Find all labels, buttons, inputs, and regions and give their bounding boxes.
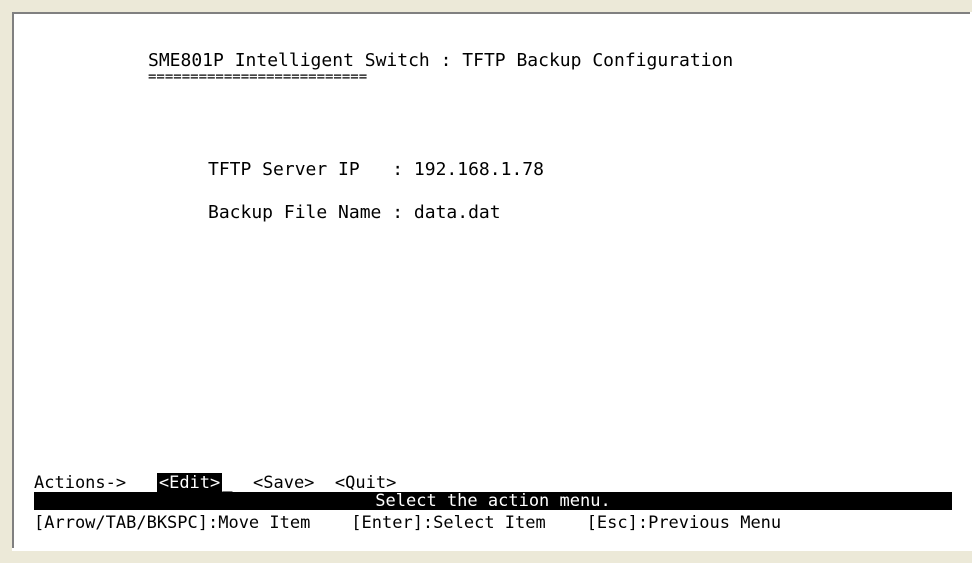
window-bottom-border: [0, 551, 972, 563]
window-top-border: [0, 0, 972, 12]
text-cursor: _: [222, 473, 233, 493]
quit-action[interactable]: <Quit>: [335, 473, 396, 493]
edit-action[interactable]: <Edit>: [156, 473, 223, 493]
telnet-window: SME801P Intelligent Switch : TFTP Backup…: [0, 0, 972, 563]
tftp-server-ip-row[interactable]: TFTP Server IP : 192.168.1.78: [208, 159, 544, 181]
tftp-server-ip-value[interactable]: 192.168.1.78: [414, 159, 544, 180]
terminal-screen[interactable]: SME801P Intelligent Switch : TFTP Backup…: [12, 12, 970, 548]
window-left-border: [0, 0, 12, 563]
backup-file-name-label: Backup File Name :: [208, 202, 414, 223]
backup-file-name-row[interactable]: Backup File Name : data.dat: [208, 202, 501, 224]
actions-label: Actions->: [34, 473, 127, 493]
title-underline: ==========================: [148, 69, 368, 85]
key-help-line: [Arrow/TAB/BKSPC]:Move Item [Enter]:Sele…: [34, 513, 782, 533]
save-action[interactable]: <Save>: [253, 473, 314, 493]
backup-file-name-value[interactable]: data.dat: [414, 202, 501, 223]
tftp-server-ip-label: TFTP Server IP :: [208, 159, 414, 180]
status-bar: Select the action menu.: [34, 492, 952, 510]
actions-menu: Actions-> <Edit> _ <Save> <Quit>: [34, 472, 396, 494]
